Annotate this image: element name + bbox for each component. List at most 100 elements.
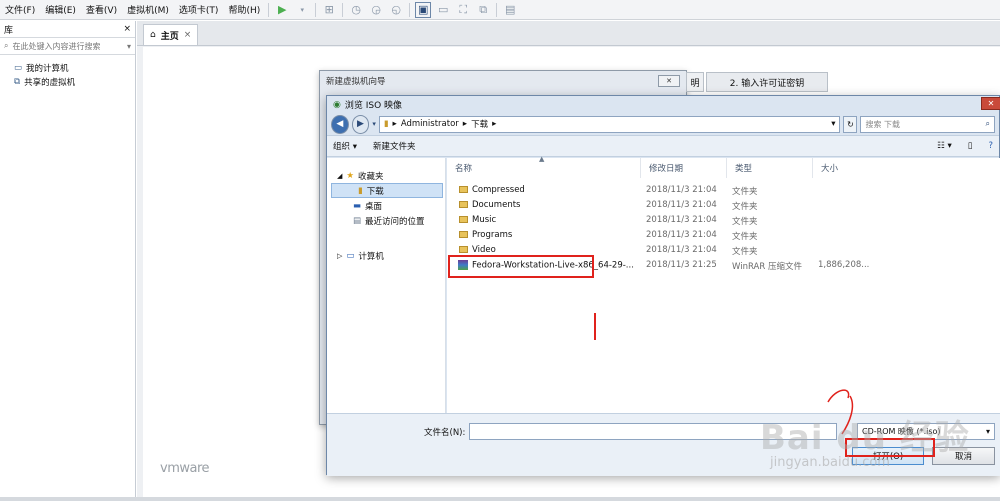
file-name: Documents [472, 200, 521, 210]
nav-favorites-label: 收藏夹 [358, 171, 384, 182]
file-date: 2018/11/3 21:04 [646, 185, 717, 195]
menu-edit[interactable]: 编辑(E) [40, 3, 81, 16]
annotation-cursor-mark [594, 313, 596, 340]
file-name: Video [472, 245, 496, 255]
forward-button[interactable]: ▶ [351, 114, 370, 134]
nav-item-downloads[interactable]: ▮ 下载 [331, 183, 443, 198]
dialog-close-button[interactable]: ✕ [981, 97, 1000, 110]
computer-icon: ▭ [14, 63, 23, 73]
menu-help[interactable]: 帮助(H) [223, 3, 265, 16]
tab-home[interactable]: ⌂ 主页 × [143, 24, 199, 45]
navigation-pane: ◢ ★ 收藏夹 ▮ 下载 ▬ 桌面 ▤ 最近访问的位置 ▷ ▭ 计算机 [327, 158, 446, 413]
column-date-label: 修改日期 [649, 164, 684, 174]
preferences-icon[interactable]: ▤ [502, 2, 518, 18]
toolbar-divider [315, 2, 317, 17]
unity-icon[interactable]: ⧉ [475, 2, 491, 18]
nav-item-recent[interactable]: ▤ 最近访问的位置 [327, 213, 445, 228]
file-name: Music [472, 215, 497, 225]
library-view-icon[interactable]: ▣ [415, 1, 432, 18]
preview-pane-icon[interactable]: ▯ [968, 141, 973, 151]
library-close-button[interactable]: × [123, 24, 131, 34]
nav-favorites[interactable]: ◢ ★ 收藏夹 [327, 168, 445, 183]
nav-item-label: 最近访问的位置 [365, 216, 425, 227]
status-bar [0, 497, 1000, 501]
organize-button[interactable]: 组织 ▾ [333, 140, 357, 152]
library-pane: 库 × ⌕ 在此处键入内容进行搜索 ▾ ▭ 我的计算机 ⧉ 共享的虚拟机 [0, 21, 136, 497]
expand-icon[interactable]: ▷ [337, 252, 342, 260]
baidu-watermark-url: jingyan.baidu.com [770, 455, 890, 470]
snapshot-revert-icon[interactable]: ◶ [368, 2, 384, 18]
toolbar-divider [496, 2, 498, 17]
breadcrumb-separator: ▸ [392, 119, 397, 129]
history-dropdown-icon[interactable]: ▾ [372, 120, 376, 128]
snapshot-icon[interactable]: ◷ [348, 2, 364, 18]
highlight-box-iso-file [448, 255, 594, 278]
chevron-down-icon[interactable]: ▾ [294, 2, 310, 18]
tab-home-label: 主页 [160, 31, 179, 42]
column-date[interactable]: 修改日期 [641, 158, 727, 178]
vmware-logo: vmware [160, 461, 210, 476]
file-row[interactable]: Compressed 2018/11/3 21:04 文件夹 [447, 184, 1000, 199]
star-icon: ★ [346, 170, 355, 181]
file-type: 文件夹 [732, 202, 758, 212]
refresh-button[interactable]: ↻ [843, 115, 858, 133]
library-search[interactable]: ⌕ 在此处键入内容进行搜索 ▾ [0, 37, 135, 55]
tab-close-button[interactable]: × [184, 30, 192, 40]
toolbar-divider [342, 2, 344, 17]
network-icon[interactable]: ⊞ [321, 2, 337, 18]
desktop-icon: ▬ [353, 200, 362, 211]
tab-bar: ⌂ 主页 × [137, 21, 1000, 46]
breadcrumb-downloads[interactable]: 下载 [471, 118, 488, 130]
file-date: 2018/11/3 21:04 [646, 200, 717, 210]
column-name[interactable]: 名称 ▲ [447, 155, 641, 178]
menu-file[interactable]: 文件(F) [0, 3, 40, 16]
tree-item-label: 共享的虚拟机 [24, 78, 76, 88]
new-folder-button[interactable]: 新建文件夹 [373, 140, 416, 152]
breadcrumb-separator: ▸ [462, 119, 468, 129]
file-type: 文件夹 [732, 217, 758, 227]
tree-item-my-computer[interactable]: ▭ 我的计算机 [0, 61, 135, 75]
view-options-icon[interactable]: ☷ ▾ [937, 141, 952, 151]
play-icon[interactable]: ▶ [274, 2, 290, 18]
library-title: 库 [4, 25, 14, 36]
search-box[interactable]: 搜索 下载 ⌕ [860, 115, 995, 133]
nav-item-desktop[interactable]: ▬ 桌面 [327, 198, 445, 213]
menu-vm[interactable]: 虚拟机(M) [122, 3, 174, 16]
file-size: 1,886,208... [818, 260, 870, 270]
file-row[interactable]: Documents 2018/11/3 21:04 文件夹 [447, 199, 1000, 214]
tree-item-shared-vms[interactable]: ⧉ 共享的虚拟机 [0, 75, 135, 89]
back-button[interactable]: ◀ [331, 114, 349, 134]
file-date: 2018/11/3 21:04 [646, 230, 717, 240]
wizard-step-1: 明 [686, 72, 704, 92]
menu-view[interactable]: 查看(V) [81, 3, 122, 16]
menu-tabs[interactable]: 选项卡(T) [174, 3, 224, 16]
column-size[interactable]: 大小 [813, 158, 893, 178]
snapshot-manager-icon[interactable]: ◵ [388, 2, 404, 18]
recent-places-icon: ▤ [353, 215, 362, 226]
file-type: 文件夹 [732, 232, 758, 242]
library-search-input[interactable]: 在此处键入内容进行搜索 [12, 41, 100, 52]
folder-icon [459, 201, 468, 208]
breadcrumb-administrator[interactable]: Administrator [401, 119, 459, 129]
wizard-close-button[interactable]: ✕ [658, 75, 680, 87]
download-folder-icon: ▮ [358, 185, 363, 196]
fullscreen-icon[interactable]: ⛶ [455, 2, 471, 18]
shared-vm-icon: ⧉ [14, 77, 21, 87]
column-type[interactable]: 类型 [727, 158, 813, 178]
wizard-titlebar: 新建虚拟机向导 ✕ [320, 71, 686, 91]
menu-bar: 文件(F) 编辑(E) 查看(V) 虚拟机(M) 选项卡(T) 帮助(H) ▶ … [0, 0, 1000, 20]
address-dropdown-icon[interactable]: ▾ [831, 119, 839, 129]
help-icon[interactable]: ? [988, 141, 993, 151]
file-row[interactable]: Programs 2018/11/3 21:04 文件夹 [447, 229, 1000, 244]
search-input[interactable]: 搜索 下载 [865, 119, 900, 130]
nav-item-label: 桌面 [365, 201, 383, 212]
address-bar[interactable]: ▮ ▸ Administrator ▸ 下载 ▸ ▾ [378, 115, 841, 133]
file-row[interactable]: Music 2018/11/3 21:04 文件夹 [447, 214, 1000, 229]
console-view-icon[interactable]: ▭ [435, 2, 451, 18]
folder-icon [459, 246, 468, 253]
home-icon: ⌂ [150, 30, 156, 40]
command-bar: 组织 ▾ 新建文件夹 ☷ ▾ ▯ ? [327, 135, 999, 157]
nav-computer[interactable]: ▷ ▭ 计算机 [327, 248, 445, 263]
expand-icon[interactable]: ◢ [337, 172, 342, 180]
chevron-down-icon[interactable]: ▾ [127, 42, 131, 51]
